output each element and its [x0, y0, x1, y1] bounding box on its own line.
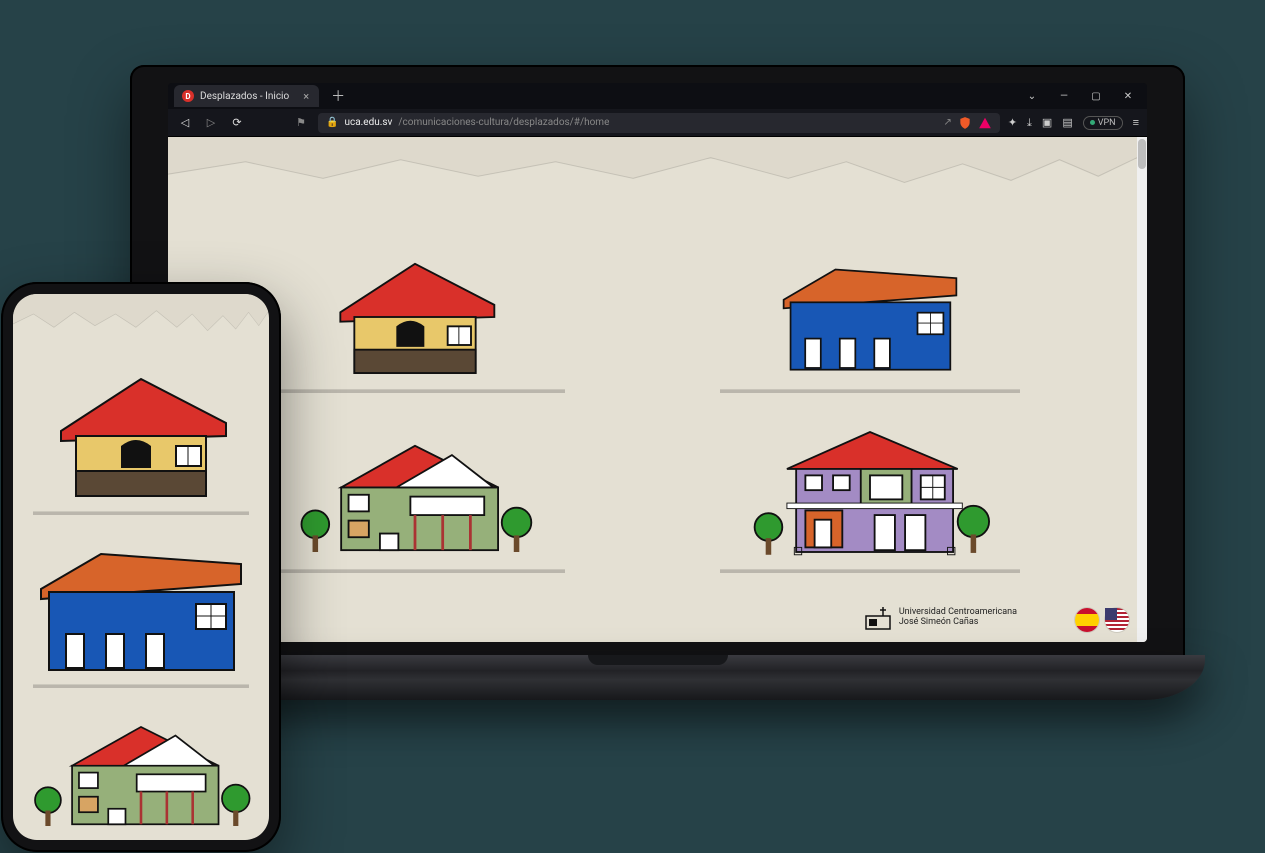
- lang-es-flag-icon[interactable]: [1075, 608, 1099, 632]
- phone-mockup: [1, 282, 281, 852]
- divider: [33, 511, 248, 515]
- laptop-bezel: D Desplazados - Inicio × ＋ ⌄ — ▢ ✕ ◁: [130, 65, 1185, 660]
- house-green[interactable]: [228, 407, 603, 567]
- scrollbar-thumb[interactable]: [1138, 139, 1146, 169]
- nav-reload-button[interactable]: ⟳: [228, 116, 246, 129]
- window-maximize-button[interactable]: ▢: [1081, 87, 1111, 105]
- university-logo[interactable]: Universidad Centroamericana José Simeón …: [865, 604, 1017, 630]
- app-menu-icon[interactable]: ≡: [1133, 116, 1139, 129]
- browser-window: D Desplazados - Inicio × ＋ ⌄ — ▢ ✕ ◁: [168, 83, 1147, 642]
- extensions-icon[interactable]: ✦: [1008, 116, 1017, 129]
- browser-tab-active[interactable]: D Desplazados - Inicio ×: [174, 85, 319, 107]
- laptop-hinge-notch: [588, 655, 728, 665]
- window-close-button[interactable]: ✕: [1113, 87, 1143, 105]
- share-icon[interactable]: ↗: [943, 117, 951, 128]
- nav-forward-button[interactable]: ▷: [202, 116, 220, 129]
- nav-back-button[interactable]: ◁: [176, 116, 194, 129]
- house-list: [29, 354, 253, 840]
- window-minimize-button[interactable]: —: [1049, 87, 1079, 105]
- brave-shield-icon[interactable]: [958, 116, 972, 130]
- address-bar[interactable]: 🔒 uca.edu.sv/comunicaciones-cultura/desp…: [318, 113, 1000, 133]
- page-viewport: Universidad Centroamericana José Simeón …: [168, 137, 1147, 642]
- browser-tabbar: D Desplazados - Inicio × ＋ ⌄ — ▢ ✕: [168, 83, 1147, 109]
- torn-paper-header: [168, 137, 1137, 199]
- bookmark-icon[interactable]: ⚑: [292, 116, 310, 129]
- divider: [720, 389, 1020, 393]
- scrollbar[interactable]: [1137, 137, 1147, 642]
- lock-icon: 🔒: [326, 117, 338, 128]
- lang-en-flag-icon[interactable]: [1105, 608, 1129, 632]
- wallet-icon[interactable]: ▤: [1062, 116, 1072, 129]
- house-purple[interactable]: [683, 407, 1058, 567]
- browser-toolbar: ◁ ▷ ⟳ ⚑ 🔒 uca.edu.sv/comunicaciones-cult…: [168, 109, 1147, 137]
- sidepanel-icon[interactable]: ▣: [1042, 116, 1052, 129]
- torn-paper-header: [13, 294, 269, 344]
- tab-title: Desplazados - Inicio: [200, 91, 289, 102]
- tab-favicon: D: [182, 90, 194, 102]
- house-blue[interactable]: [683, 227, 1058, 387]
- house-yellow[interactable]: [228, 227, 603, 387]
- tabs-dropdown-icon[interactable]: ⌄: [1017, 87, 1047, 105]
- divider: [265, 389, 565, 393]
- house-yellow[interactable]: [29, 354, 253, 511]
- divider: [265, 569, 565, 573]
- laptop-screen: D Desplazados - Inicio × ＋ ⌄ — ▢ ✕ ◁: [168, 83, 1147, 642]
- divider: [33, 684, 248, 688]
- house-blue[interactable]: [29, 527, 253, 684]
- extension-icons: ✦ ⤓ ▣ ▤ VPN ≡: [1008, 116, 1139, 130]
- house-green[interactable]: [29, 700, 253, 840]
- downloads-icon[interactable]: ⤓: [1027, 116, 1032, 130]
- divider: [720, 569, 1020, 573]
- university-name: Universidad Centroamericana José Simeón …: [899, 607, 1017, 628]
- url-domain: uca.edu.sv: [344, 117, 392, 128]
- uca-logo-icon: [865, 604, 891, 630]
- window-controls: ⌄ — ▢ ✕: [1017, 87, 1147, 105]
- house-grid: [228, 227, 1057, 567]
- vpn-button[interactable]: VPN: [1083, 116, 1123, 130]
- new-tab-button[interactable]: ＋: [325, 86, 351, 106]
- phone-screen: [13, 294, 269, 840]
- url-path: /comunicaciones-cultura/desplazados/#/ho…: [398, 117, 609, 128]
- language-switcher: [1075, 608, 1129, 632]
- tab-close-icon[interactable]: ×: [303, 90, 309, 103]
- warning-icon[interactable]: [978, 116, 992, 130]
